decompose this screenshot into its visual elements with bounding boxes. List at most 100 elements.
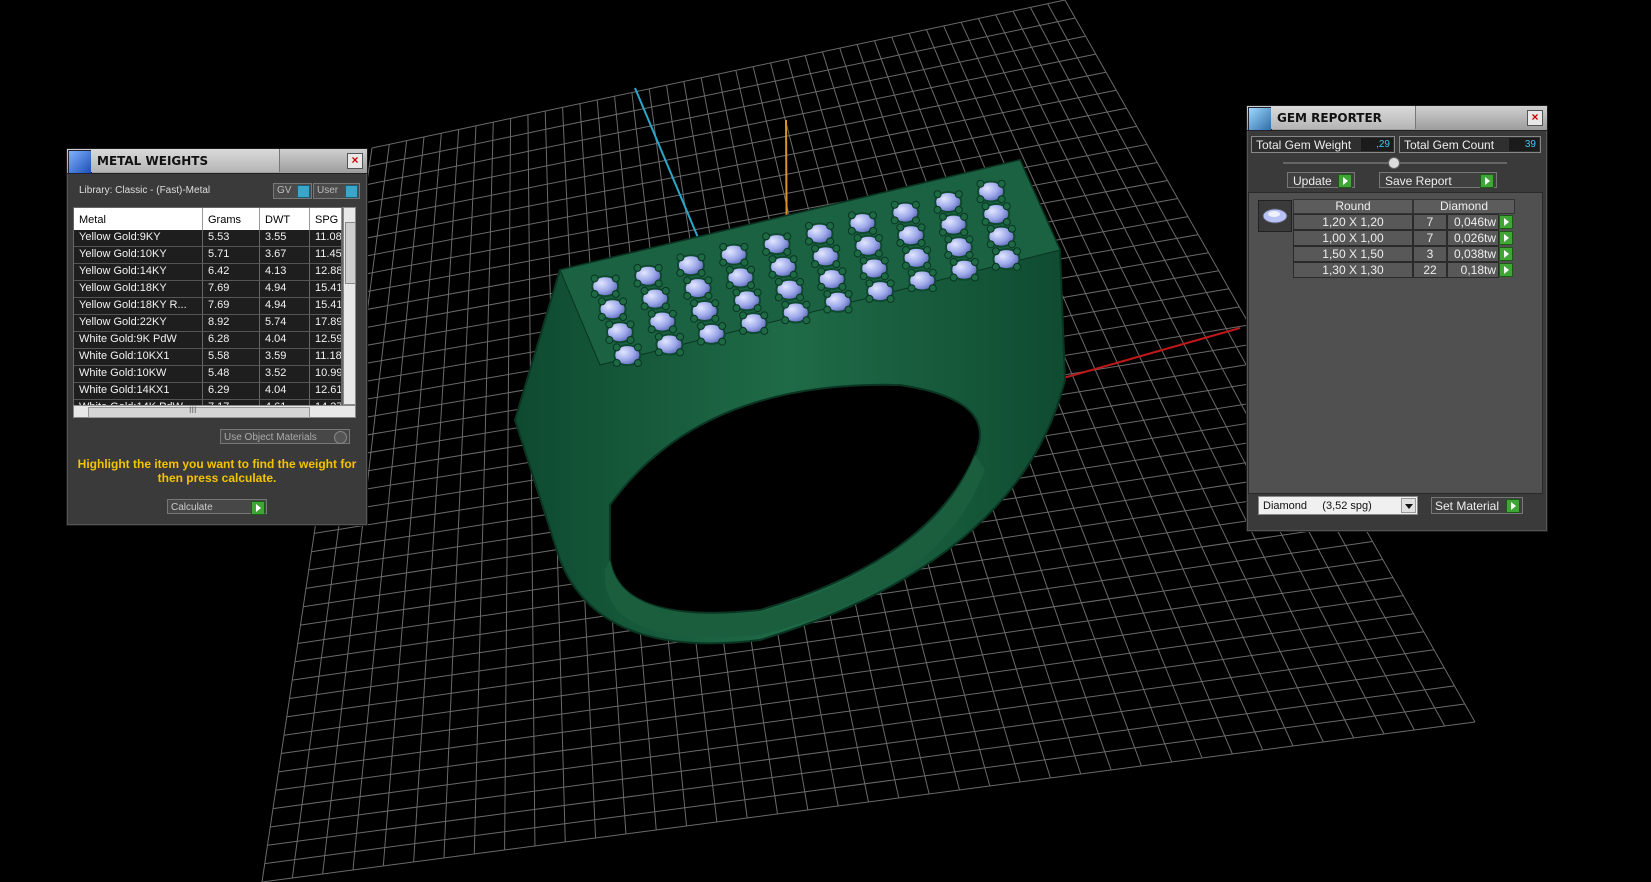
cell-grams: 8.92 (203, 315, 260, 331)
prong (907, 268, 916, 277)
metal-weights-panel: METAL WEIGHTS × Library: Classic - (Fast… (66, 148, 368, 526)
prong (976, 179, 985, 188)
gem-row-go-button[interactable] (1499, 262, 1515, 278)
grid-line (278, 613, 1414, 773)
prong (732, 304, 741, 313)
table-row[interactable]: Yellow Gold:14KY 6.42 4.13 12.88 (74, 264, 342, 281)
gem-thumbnail[interactable] (1258, 200, 1292, 232)
gem-reporter-titlebar[interactable]: GEM REPORTER × (1247, 106, 1547, 131)
collapse-knob-icon[interactable] (1388, 157, 1400, 169)
gem-table-header: Round Diamond (1293, 199, 1515, 214)
gem-table[interactable]: Round Diamond 1,20 X 1,20 7 0,046tw 1,00 X … (1293, 199, 1515, 278)
gem-list-area[interactable]: Round Diamond 1,20 X 1,20 7 0,046tw 1,00 X … (1248, 192, 1543, 494)
metal-table-horizontal-scrollbar[interactable]: III (73, 405, 356, 418)
prong (832, 244, 841, 253)
metal-weights-close-icon[interactable]: × (347, 153, 363, 169)
column-header-spg[interactable]: SPG (310, 208, 342, 230)
horizontal-scroll-thumb[interactable]: III (88, 405, 310, 418)
set-material-button[interactable]: Set Material (1431, 497, 1523, 514)
use-object-materials-checkbox[interactable]: Use Object Materials (220, 429, 350, 444)
gem-row[interactable]: 1,30 X 1,30 22 0,18tw (1293, 262, 1515, 278)
prong (874, 233, 883, 242)
table-row[interactable]: White Gold:10KX1 5.58 3.59 11.18 (74, 349, 342, 366)
gem-size: 1,50 X 1,50 (1293, 246, 1413, 262)
save-report-button[interactable]: Save Report (1379, 172, 1497, 188)
cell-spg: 12.88 (310, 264, 342, 280)
column-header-metal[interactable]: Metal (74, 208, 203, 230)
gem-header-shape: Round (1293, 199, 1413, 214)
update-button[interactable]: Update (1287, 172, 1355, 188)
prong (796, 293, 805, 302)
metal-weights-titlebar[interactable]: METAL WEIGHTS × (67, 149, 367, 174)
prong (732, 288, 741, 297)
prong (747, 265, 756, 274)
prong (760, 326, 769, 335)
cell-spg: 11.18 (310, 349, 342, 365)
use-object-materials-check-icon (334, 431, 347, 444)
user-toggle-label: User (317, 185, 339, 196)
material-select[interactable]: Diamond (3,52 spg) (1258, 496, 1418, 515)
gem-weight: 0,18tw (1447, 262, 1499, 278)
prong (832, 260, 841, 269)
prong (949, 257, 958, 266)
prong (938, 212, 947, 221)
set-material-label: Set Material (1435, 499, 1500, 513)
prong (740, 242, 749, 251)
prong (676, 253, 685, 262)
column-header-dwt[interactable]: DWT (260, 208, 310, 230)
prong (911, 216, 920, 225)
user-toggle-indicator (345, 185, 358, 198)
cell-metal: Yellow Gold:14KY (74, 264, 203, 280)
prong (633, 343, 642, 352)
round-gem-icon (1262, 208, 1288, 224)
prong (826, 221, 835, 230)
prong (768, 270, 777, 279)
prong (938, 228, 947, 237)
table-row[interactable]: White Gold:10KW 5.48 3.52 10.99 (74, 366, 342, 383)
cell-spg: 12.59 (310, 332, 342, 348)
prong (633, 358, 642, 367)
prong (981, 202, 990, 211)
gem-reporter-close-icon[interactable]: × (1527, 110, 1543, 126)
table-row[interactable]: Yellow Gold:22KY 8.92 5.74 17.89 (74, 315, 342, 332)
gem-size: 1,20 X 1,20 (1293, 214, 1413, 230)
prong (811, 260, 820, 269)
metal-table[interactable]: Metal Grams DWT SPG Yellow Gold:9KY 5.53 3… (73, 207, 343, 407)
gv-toggle[interactable]: GV (273, 183, 312, 199)
table-row[interactable]: Yellow Gold:18KY R... 7.69 4.94 15.41 (74, 298, 342, 315)
prong (718, 322, 727, 331)
prong (626, 320, 635, 329)
table-row[interactable]: Yellow Gold:18KY 7.69 4.94 15.41 (74, 281, 342, 298)
prong (626, 335, 635, 344)
table-row[interactable]: White Gold:9K PdW 6.28 4.04 12.59 (74, 332, 342, 349)
cell-metal: Yellow Gold:18KY (74, 281, 203, 297)
prong (597, 312, 606, 321)
table-row[interactable]: Yellow Gold:9KY 5.53 3.55 11.08 (74, 230, 342, 247)
prong (654, 348, 663, 357)
cell-grams: 5.71 (203, 247, 260, 263)
gem-row[interactable]: 1,00 X 1,00 7 0,026tw (1293, 230, 1515, 246)
metal-table-vertical-scrollbar[interactable] (343, 207, 356, 405)
cell-grams: 5.48 (203, 366, 260, 382)
gem-weight: 0,046tw (1447, 214, 1499, 230)
gem-row-go-button[interactable] (1499, 230, 1515, 246)
gem-row-go-button[interactable] (1499, 246, 1515, 262)
gem-row[interactable]: 1,20 X 1,20 7 0,046tw (1293, 214, 1515, 230)
table-row[interactable]: Yellow Gold:10KY 5.71 3.67 11.45 (74, 247, 342, 264)
gem-size: 1,30 X 1,30 (1293, 262, 1413, 278)
vertical-scroll-thumb[interactable] (345, 222, 356, 284)
user-toggle[interactable]: User (313, 183, 360, 199)
prong (711, 299, 720, 308)
cell-dwt: 4.04 (260, 383, 310, 399)
cell-spg: 11.08 (310, 230, 342, 246)
gem-row[interactable]: 1,50 X 1,50 3 0,038tw (1293, 246, 1515, 262)
prong (697, 268, 706, 277)
prong (654, 279, 663, 288)
gem-row-go-button[interactable] (1499, 214, 1515, 230)
table-row[interactable]: White Gold:14KX1 6.29 4.04 12.61 (74, 383, 342, 400)
prong (944, 250, 953, 259)
column-header-grams[interactable]: Grams (203, 208, 260, 230)
chevron-down-icon[interactable] (1401, 498, 1416, 513)
calculate-button[interactable]: Calculate (167, 499, 267, 515)
library-label: Library: Classic - (Fast)-Metal (79, 185, 211, 196)
